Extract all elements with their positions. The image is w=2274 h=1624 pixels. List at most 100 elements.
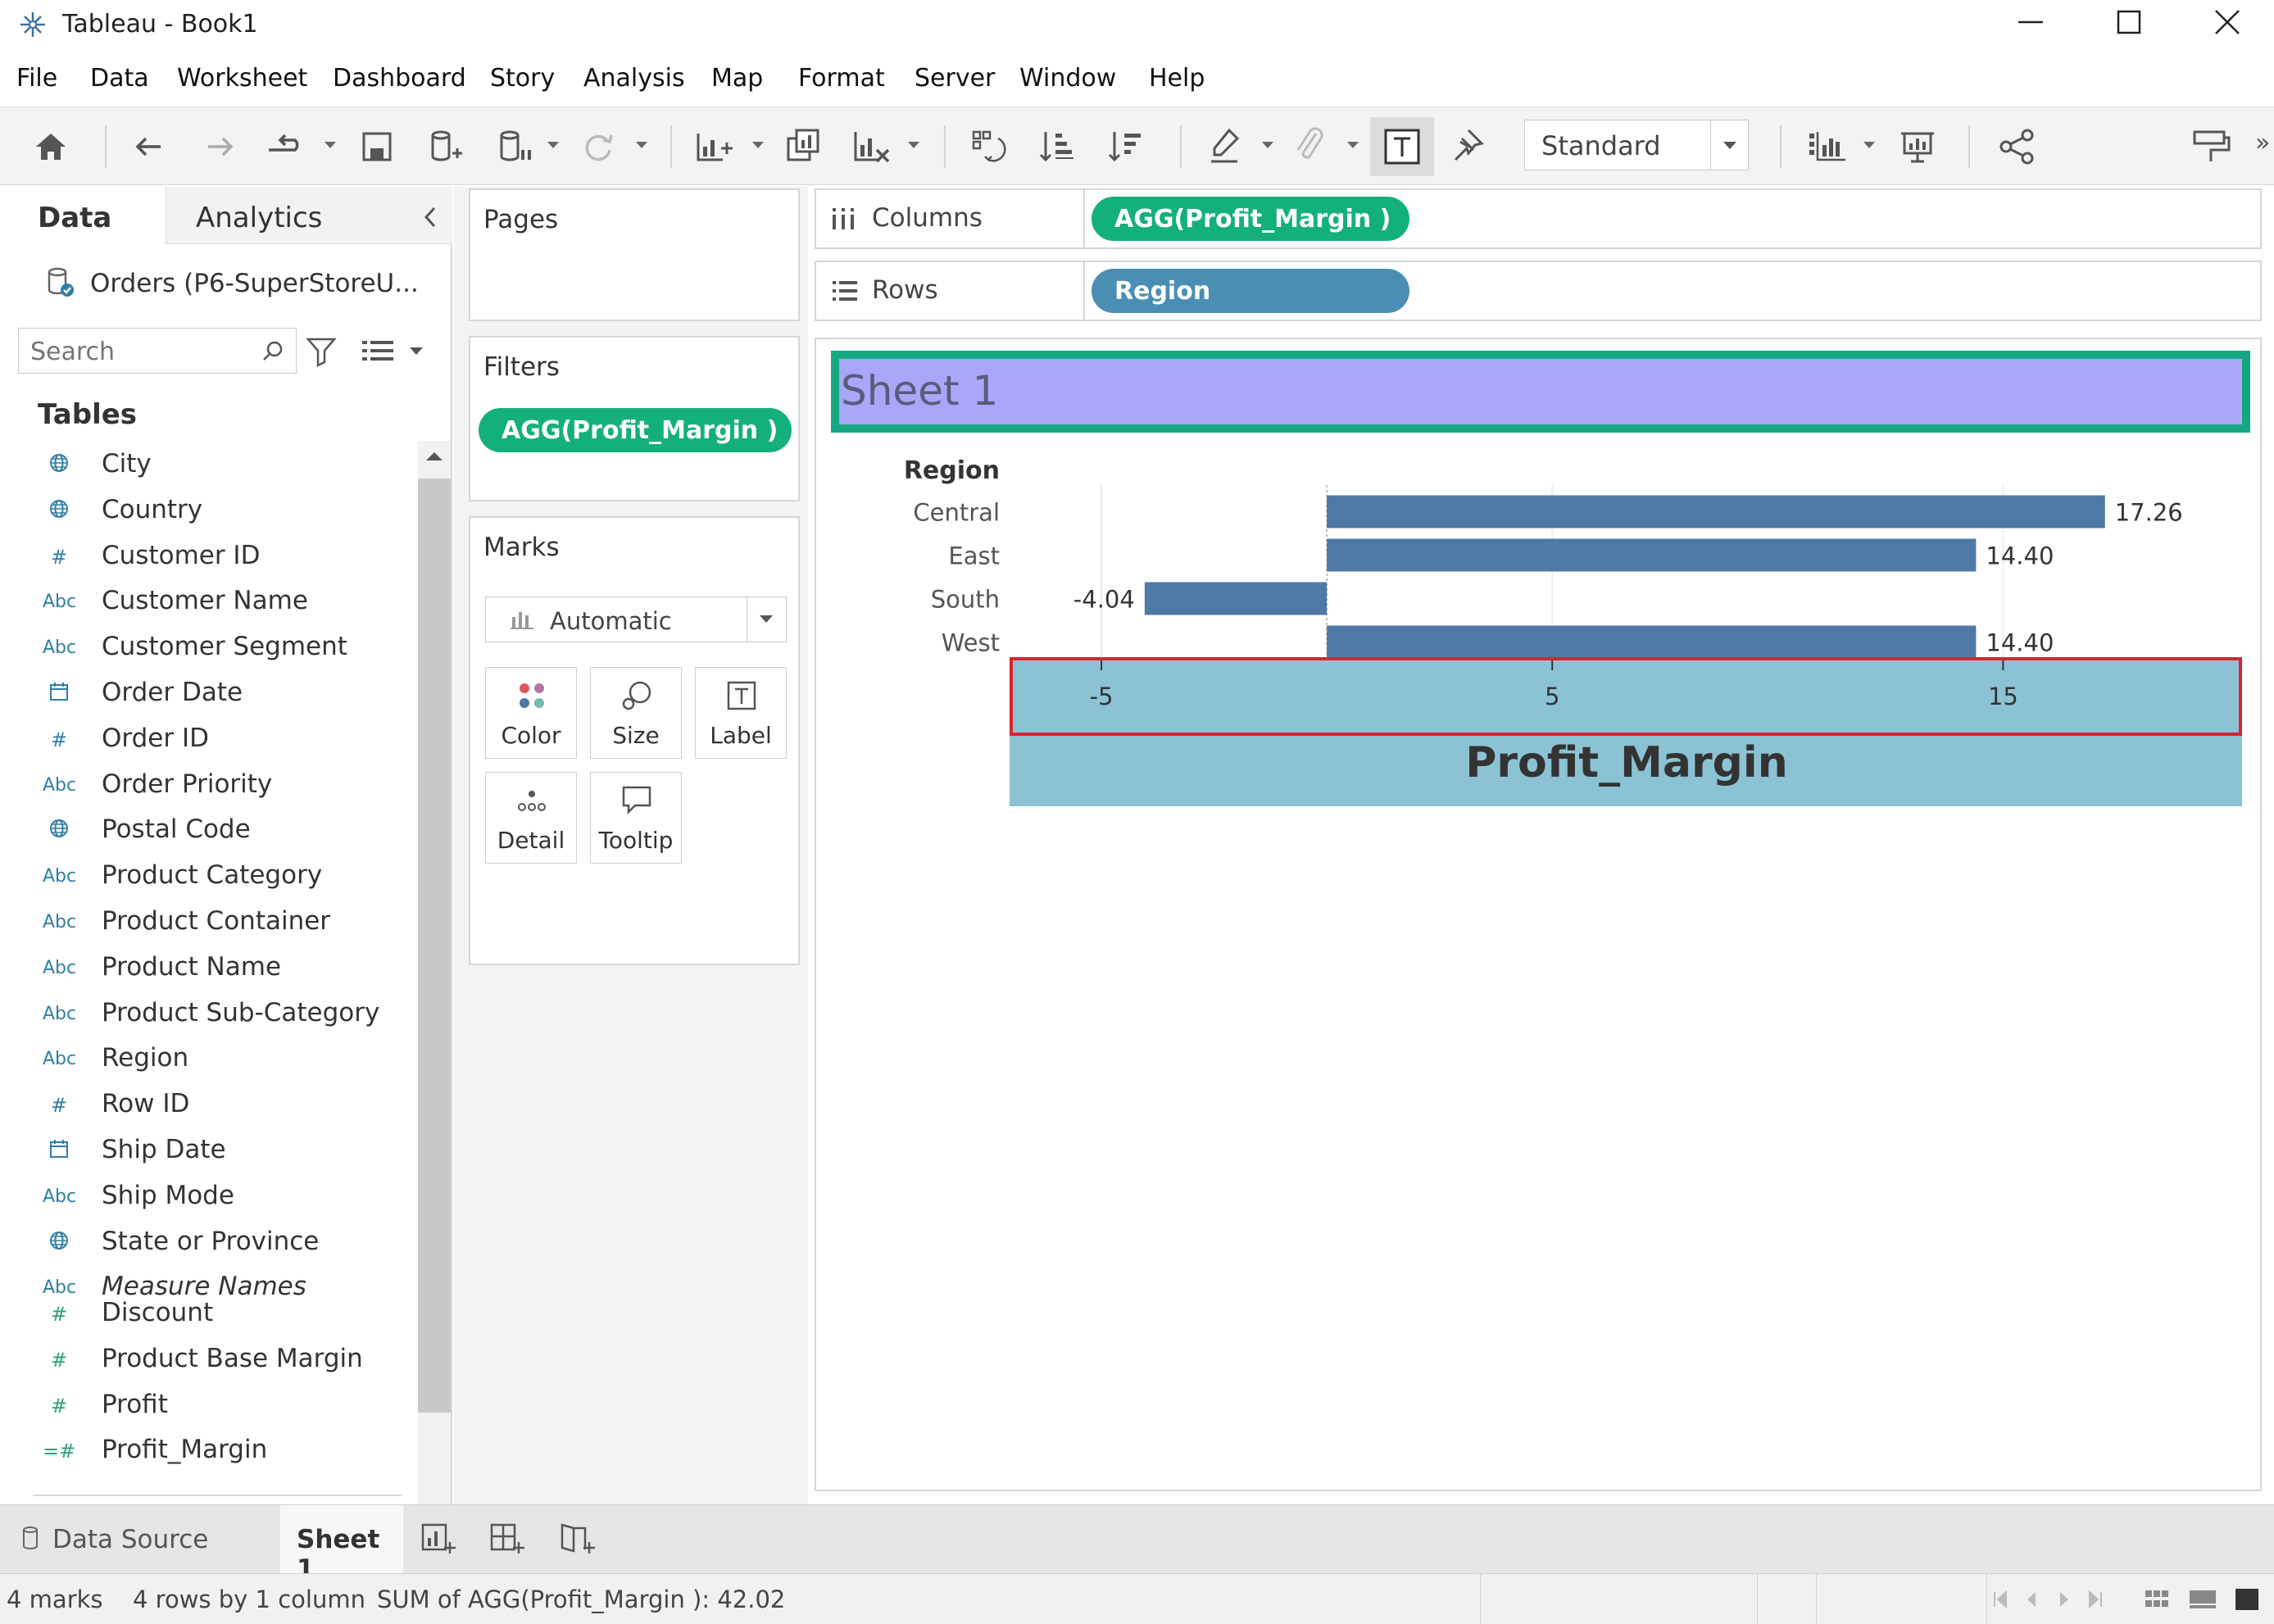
tab-data-source[interactable]: Data Source xyxy=(0,1505,279,1574)
columns-shelf[interactable]: Columns AGG(Profit_Margin ) xyxy=(815,188,2262,249)
scroll-up-arrow[interactable] xyxy=(426,452,443,460)
mark-tooltip-button[interactable]: Tooltip xyxy=(590,772,682,864)
category-label[interactable]: South xyxy=(931,586,1000,614)
presentation-mode-icon[interactable] xyxy=(1895,124,1940,170)
menu-help[interactable]: Help xyxy=(1149,64,1205,93)
field-item[interactable]: Abc Customer Name xyxy=(0,579,410,624)
field-item[interactable]: # Row ID xyxy=(0,1082,410,1127)
field-item[interactable]: Abc Order Priority xyxy=(0,763,410,807)
collapse-pane-icon[interactable] xyxy=(420,205,441,229)
menu-server[interactable]: Server xyxy=(915,64,995,93)
bar[interactable] xyxy=(1327,625,1977,659)
field-item[interactable]: Country xyxy=(0,488,410,533)
highlight-dropdown-caret[interactable] xyxy=(1262,142,1273,148)
field-item[interactable]: # Order ID xyxy=(0,717,410,761)
chevron-down-icon[interactable] xyxy=(410,347,423,355)
fit-dropdown[interactable]: Standard xyxy=(1524,120,1749,170)
filters-card[interactable]: Filters AGG(Profit_Margin ) xyxy=(469,336,800,501)
category-label[interactable]: Central xyxy=(913,499,1000,527)
swap-rows-columns-icon[interactable] xyxy=(965,124,1011,170)
datasource-item[interactable]: Orders (P6-SuperStoreU... xyxy=(0,256,452,310)
filter-pill-profit-margin[interactable]: AGG(Profit_Margin ) xyxy=(479,408,792,452)
field-item[interactable]: Abc Region xyxy=(0,1037,410,1081)
show-mark-labels-toggle[interactable] xyxy=(1370,117,1434,176)
new-dashboard-icon[interactable] xyxy=(487,1518,528,1561)
search-input[interactable] xyxy=(30,335,252,368)
menu-map[interactable]: Map xyxy=(711,64,763,93)
close-button[interactable] xyxy=(2178,0,2274,46)
sort-ascending-icon[interactable] xyxy=(1034,124,1080,170)
refresh-icon[interactable] xyxy=(575,124,621,170)
new-data-source-icon[interactable] xyxy=(421,124,467,170)
mark-type-dropdown[interactable]: Automatic xyxy=(485,597,787,642)
mark-color-button[interactable]: Color xyxy=(485,667,577,759)
save-icon[interactable] xyxy=(354,124,400,170)
bar[interactable] xyxy=(1327,495,2105,528)
mark-label-button[interactable]: Label xyxy=(695,667,787,759)
new-worksheet-dropdown-caret[interactable] xyxy=(752,142,764,148)
new-story-icon[interactable] xyxy=(557,1518,598,1561)
group-dropdown-caret[interactable] xyxy=(1347,142,1359,148)
menu-data[interactable]: Data xyxy=(90,64,149,93)
bar[interactable] xyxy=(1327,538,1977,572)
refresh-dropdown-caret[interactable] xyxy=(636,142,647,148)
tab-analytics[interactable]: Analytics xyxy=(166,187,452,244)
menu-worksheet[interactable]: Worksheet xyxy=(177,64,307,93)
data-source-dropdown-caret[interactable] xyxy=(547,142,559,148)
replay-dropdown-caret[interactable] xyxy=(325,142,336,148)
category-label[interactable]: East xyxy=(948,542,1000,570)
show-single-sheet-icon[interactable] xyxy=(2234,1587,2260,1612)
share-icon[interactable] xyxy=(1995,124,2040,170)
field-item[interactable]: Abc Product Category xyxy=(0,854,410,898)
menu-format[interactable]: Format xyxy=(798,64,885,93)
search-box[interactable] xyxy=(18,328,297,374)
new-worksheet-icon[interactable] xyxy=(418,1518,459,1561)
field-item[interactable]: Abc Product Name xyxy=(0,946,410,990)
scrollbar-thumb[interactable] xyxy=(418,479,451,1413)
field-item[interactable]: Abc Customer Segment xyxy=(0,625,410,669)
show-filmstrip-icon[interactable] xyxy=(2144,1587,2170,1612)
new-worksheet-icon[interactable] xyxy=(690,124,736,170)
menu-story[interactable]: Story xyxy=(490,64,555,93)
show-me-dropdown-caret[interactable] xyxy=(1863,142,1875,148)
filter-icon[interactable] xyxy=(305,336,338,367)
menu-file[interactable]: File xyxy=(16,64,57,93)
menu-analysis[interactable]: Analysis xyxy=(583,64,685,93)
format-workbook-icon[interactable] xyxy=(2188,124,2234,170)
x-axis-title[interactable]: Profit_Margin xyxy=(1465,738,1787,787)
field-item[interactable]: City xyxy=(0,442,410,487)
menu-dashboard[interactable]: Dashboard xyxy=(333,64,466,93)
mark-size-button[interactable]: Size xyxy=(590,667,682,759)
mark-detail-button[interactable]: Detail xyxy=(485,772,577,864)
redo-icon[interactable] xyxy=(197,124,243,170)
clear-sheet-icon[interactable] xyxy=(847,124,893,170)
field-item[interactable]: # Discount xyxy=(0,1291,410,1336)
field-item[interactable]: Order Date xyxy=(0,671,410,715)
field-item[interactable]: State or Province xyxy=(0,1220,410,1264)
replay-animation-icon[interactable] xyxy=(262,124,308,170)
toolbar-overflow-icon[interactable]: » xyxy=(2255,129,2270,157)
home-icon[interactable] xyxy=(28,124,74,170)
tab-sheet-1[interactable]: Sheet 1 xyxy=(280,1505,403,1584)
highlight-icon[interactable] xyxy=(1205,124,1250,170)
field-item[interactable]: Abc Product Container xyxy=(0,900,410,944)
sheet-navigation-icon[interactable] xyxy=(1991,1589,2106,1610)
duplicate-sheet-icon[interactable] xyxy=(780,124,826,170)
pages-card[interactable]: Pages xyxy=(469,188,800,321)
bar[interactable] xyxy=(1144,582,1328,615)
view-options-icon[interactable] xyxy=(361,338,397,364)
field-item[interactable]: Abc Ship Mode xyxy=(0,1174,410,1218)
category-label[interactable]: West xyxy=(942,629,1000,657)
pause-auto-updates-icon[interactable] xyxy=(490,124,536,170)
menu-window[interactable]: Window xyxy=(1019,64,1116,93)
show-tabs-icon[interactable] xyxy=(2188,1587,2217,1612)
maximize-button[interactable] xyxy=(2080,0,2178,46)
field-item[interactable]: =# Profit_Margin xyxy=(0,1428,410,1472)
rows-shelf[interactable]: Rows Region xyxy=(815,261,2262,321)
columns-pill-profit-margin[interactable]: AGG(Profit_Margin ) xyxy=(1092,197,1409,241)
field-item[interactable]: # Product Base Margin xyxy=(0,1337,410,1381)
field-item[interactable]: # Customer ID xyxy=(0,534,410,578)
rows-pill-region[interactable]: Region xyxy=(1092,269,1409,313)
field-item[interactable]: Postal Code xyxy=(0,808,410,852)
undo-icon[interactable] xyxy=(126,124,172,170)
